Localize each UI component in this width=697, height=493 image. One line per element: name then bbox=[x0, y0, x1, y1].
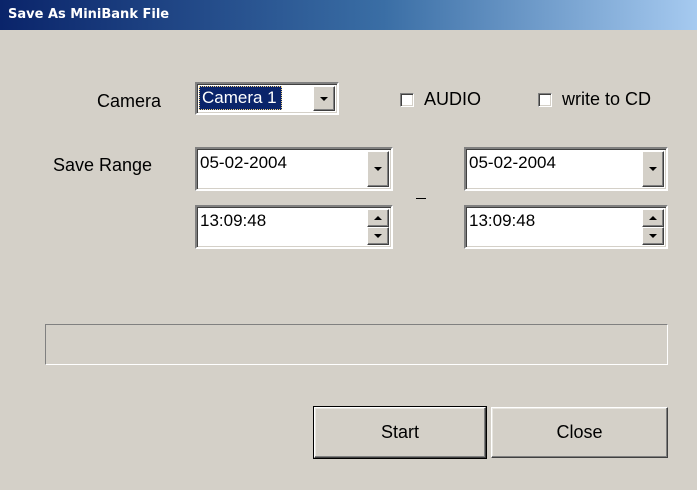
end-date-picker[interactable]: 05-02-2004 bbox=[464, 147, 668, 191]
spin-down-icon bbox=[374, 234, 382, 238]
close-button[interactable]: Close bbox=[491, 407, 668, 458]
camera-dropdown-button[interactable] bbox=[313, 86, 335, 111]
start-date-value: 05-02-2004 bbox=[200, 153, 287, 172]
camera-label: Camera bbox=[97, 91, 162, 111]
start-time-down-button[interactable] bbox=[367, 227, 389, 245]
end-time-value: 13:09:48 bbox=[469, 211, 536, 230]
start-date-picker[interactable]: 05-02-2004 bbox=[195, 147, 393, 191]
dropdown-arrow-icon bbox=[374, 167, 382, 171]
audio-label[interactable]: AUDIO bbox=[424, 89, 481, 110]
start-time-up-button[interactable] bbox=[367, 209, 389, 227]
audio-checkbox[interactable] bbox=[400, 93, 414, 107]
spin-down-icon bbox=[649, 234, 657, 238]
window-title: Save As MiniBank File bbox=[8, 7, 170, 22]
camera-select-value: Camera 1 bbox=[199, 86, 282, 110]
write-to-cd-label[interactable]: write to CD bbox=[562, 89, 651, 110]
camera-select[interactable]: Camera 1 bbox=[195, 82, 339, 115]
dropdown-arrow-icon bbox=[649, 167, 657, 171]
start-time-spinner[interactable]: 13:09:48 bbox=[195, 205, 393, 249]
save-as-minibank-dialog: Save As MiniBank File Camera Camera 1 AU… bbox=[0, 0, 697, 493]
end-date-dropdown-button[interactable] bbox=[642, 151, 664, 187]
write-to-cd-checkbox[interactable] bbox=[538, 93, 552, 107]
end-time-down-button[interactable] bbox=[642, 227, 664, 245]
end-time-up-button[interactable] bbox=[642, 209, 664, 227]
spin-up-icon bbox=[649, 216, 657, 220]
save-range-label: Save Range bbox=[53, 155, 153, 175]
end-time-spinner[interactable]: 13:09:48 bbox=[464, 205, 668, 249]
start-button[interactable]: Start bbox=[313, 406, 487, 459]
start-date-dropdown-button[interactable] bbox=[367, 151, 389, 187]
start-time-value: 13:09:48 bbox=[200, 211, 267, 230]
end-date-value: 05-02-2004 bbox=[469, 153, 556, 172]
spin-up-icon bbox=[374, 216, 382, 220]
save-progress-bar bbox=[45, 324, 668, 365]
range-separator bbox=[416, 198, 426, 199]
dropdown-arrow-icon bbox=[320, 97, 328, 101]
